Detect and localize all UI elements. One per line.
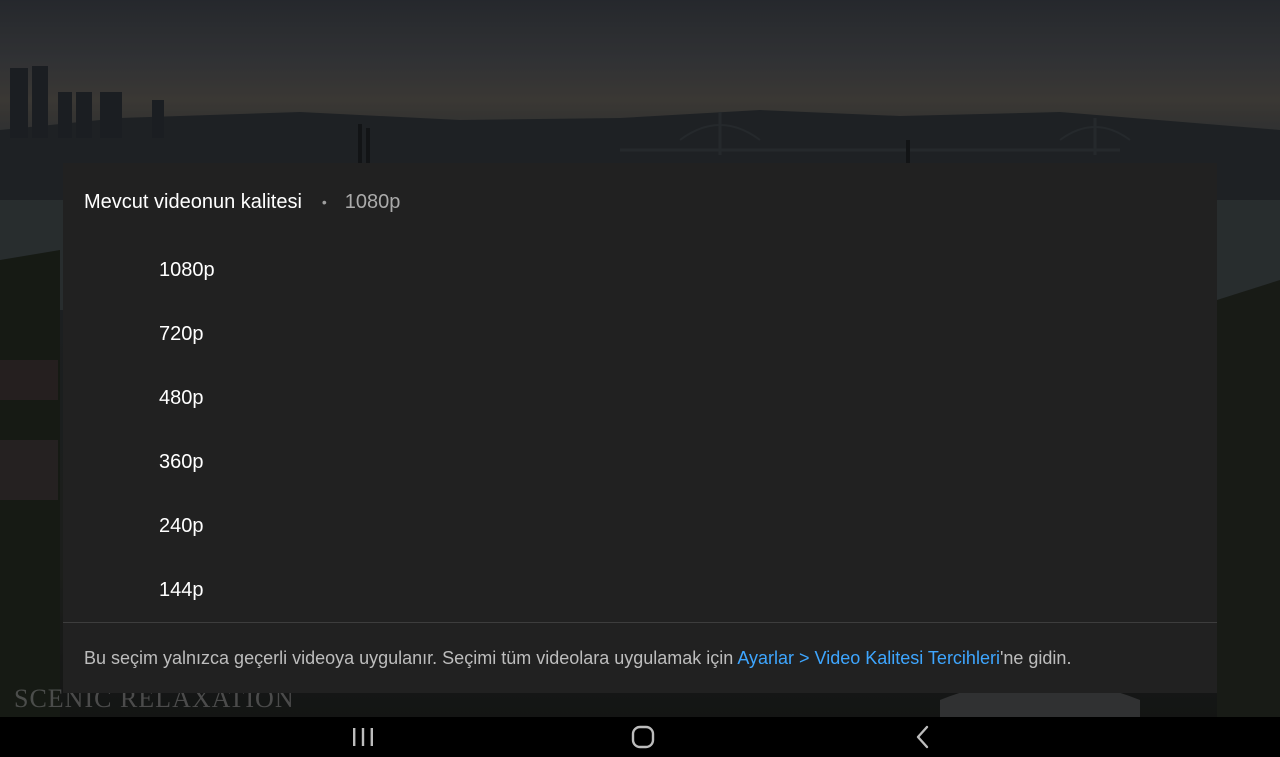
current-quality-label: 1080p <box>344 190 401 213</box>
footer-divider <box>63 622 1217 623</box>
system-navigation-bar <box>0 717 1280 757</box>
footer-text-before: Bu seçim yalnızca geçerli videoya uygula… <box>84 648 738 668</box>
recent-apps-button[interactable] <box>333 717 393 757</box>
quality-option-240p[interactable]: 240p <box>63 494 1217 558</box>
footer-text-after: 'ne gidin. <box>999 648 1072 668</box>
header-separator: • <box>321 194 327 210</box>
recent-apps-icon <box>353 728 373 746</box>
quality-preferences-link[interactable]: Ayarlar > Video Kalitesi Tercihleri <box>737 648 1000 668</box>
quality-option-720p[interactable]: 720p <box>63 302 1217 366</box>
quality-option-480p[interactable]: 480p <box>63 366 1217 430</box>
home-button[interactable] <box>613 717 673 757</box>
video-quality-dialog: Mevcut videonun kalitesi • 1080p 1080p 7… <box>63 163 1217 693</box>
quality-option-144p[interactable]: 144p <box>63 558 1217 622</box>
quality-option-1080p[interactable]: 1080p <box>63 238 1217 302</box>
quality-options-list: 1080p 720p 480p 360p 240p 144p <box>63 238 1217 622</box>
dialog-title: Mevcut videonun kalitesi <box>84 190 302 213</box>
home-icon <box>631 725 655 749</box>
dialog-header: Mevcut videonun kalitesi • 1080p <box>84 163 400 241</box>
quality-option-360p[interactable]: 360p <box>63 430 1217 494</box>
back-button[interactable] <box>893 717 953 757</box>
back-icon <box>916 725 929 749</box>
footer-note: Bu seçim yalnızca geçerli videoya uygula… <box>84 648 1071 669</box>
